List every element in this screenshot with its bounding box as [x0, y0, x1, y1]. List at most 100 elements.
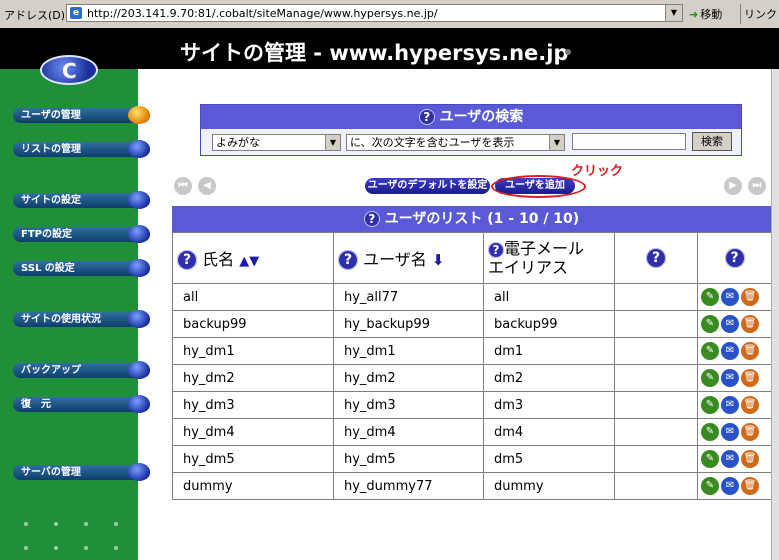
sidebar-item-list-management[interactable]: リストの管理	[13, 140, 150, 158]
help-icon[interactable]: ?	[363, 211, 380, 227]
page-header: サイトの管理 - www.hypersys.ne.jp	[0, 28, 779, 69]
edit-icon[interactable]: ✎	[701, 423, 719, 441]
mail-icon[interactable]: ✉	[721, 423, 739, 441]
trash-icon[interactable]: 🗑	[741, 396, 759, 414]
sidebar-item-site-usage[interactable]: サイトの使用状況	[13, 310, 150, 328]
help-icon[interactable]: ?	[338, 250, 358, 271]
prev-page-icon[interactable]: ◀	[198, 177, 216, 195]
url-dropdown-button[interactable]: ▼	[665, 5, 682, 21]
set-user-defaults-button[interactable]: ユーザのデフォルトを設定	[365, 178, 490, 194]
cell-extra	[614, 445, 698, 473]
sidebar-item-server-management[interactable]: サーバの管理	[13, 463, 150, 481]
row-actions: ✎ ✉ 🗑	[697, 445, 772, 473]
chevron-down-icon: ▼	[549, 135, 564, 150]
search-panel-title: ? ユーザの検索	[201, 105, 741, 129]
help-icon[interactable]: ?	[646, 248, 666, 269]
sidebar-item-site-settings[interactable]: サイトの設定	[13, 191, 150, 209]
mail-icon[interactable]: ✉	[721, 477, 739, 495]
trash-icon[interactable]: 🗑	[741, 477, 759, 495]
search-input[interactable]	[572, 133, 686, 150]
edit-icon[interactable]: ✎	[701, 369, 719, 387]
page-title: サイトの管理 - www.hypersys.ne.jp	[180, 41, 569, 65]
table-row: all hy_all77 all ✎ ✉ 🗑	[172, 283, 772, 311]
cell-username: hy_dummy77	[333, 472, 484, 500]
nav-ball-icon	[128, 225, 150, 243]
table-row: hy_dm1 hy_dm1 dm1 ✎ ✉ 🗑	[172, 337, 772, 365]
sidebar-item-backup[interactable]: バックアップ	[13, 361, 150, 379]
cell-alias: dm2	[483, 364, 615, 392]
table-row: backup99 hy_backup99 backup99 ✎ ✉ 🗑	[172, 310, 772, 338]
cell-name: hy_dm2	[172, 364, 334, 392]
search-condition-select[interactable]: に、次の文字を含むユーザを表示 ▼	[346, 134, 565, 151]
column-header-extra: ?	[614, 232, 698, 284]
table-row: dummy hy_dummy77 dummy ✎ ✉ 🗑	[172, 472, 772, 500]
nav-ball-icon	[128, 259, 150, 277]
nav-ball-icon	[128, 310, 150, 328]
help-icon[interactable]: ?	[177, 250, 197, 271]
row-actions: ✎ ✉ 🗑	[697, 418, 772, 446]
column-header-actions: ?	[697, 232, 772, 284]
address-label: アドレス(D)	[4, 9, 66, 22]
mail-icon[interactable]: ✉	[721, 288, 739, 306]
trash-icon[interactable]: 🗑	[741, 315, 759, 333]
sidebar-item-ftp-settings[interactable]: FTPの設定	[13, 225, 150, 243]
next-page-icon[interactable]: ▶	[724, 177, 742, 195]
cobalt-logo: C	[40, 55, 98, 85]
cell-name: hy_dm3	[172, 391, 334, 419]
edit-icon[interactable]: ✎	[701, 288, 719, 306]
edit-icon[interactable]: ✎	[701, 450, 719, 468]
mail-icon[interactable]: ✉	[721, 450, 739, 468]
help-icon[interactable]: ?	[724, 248, 745, 269]
go-arrow-icon: ➜	[689, 8, 699, 21]
nav-ball-icon	[128, 395, 150, 413]
table-row: hy_dm2 hy_dm2 dm2 ✎ ✉ 🗑	[172, 364, 772, 392]
cell-alias: dm5	[483, 445, 615, 473]
edit-icon[interactable]: ✎	[701, 396, 719, 414]
cell-alias: dm1	[483, 337, 615, 365]
sort-both-icon[interactable]: ▲▼	[239, 254, 259, 269]
table-header-row: ? 氏名 ▲▼ ? ユーザ名 ⬇ ? 電子メール エイリアス ? ?	[172, 232, 772, 284]
cell-name: hy_dm1	[172, 337, 334, 365]
cell-extra	[614, 418, 698, 446]
row-actions: ✎ ✉ 🗑	[697, 472, 772, 500]
trash-icon[interactable]: 🗑	[741, 288, 759, 306]
vertical-scrollbar[interactable]	[771, 69, 779, 560]
column-header-username[interactable]: ? ユーザ名 ⬇	[333, 232, 484, 284]
help-icon[interactable]: ?	[418, 109, 435, 125]
address-bar: アドレス(D) e http://203.141.9.70:81/.cobalt…	[0, 0, 779, 29]
mail-icon[interactable]: ✉	[721, 342, 739, 360]
last-page-icon[interactable]: ⏭	[748, 177, 766, 195]
edit-icon[interactable]: ✎	[701, 342, 719, 360]
user-list-title: ? ユーザのリスト (1 - 10 / 10)	[172, 206, 771, 232]
search-button[interactable]: 検索	[692, 132, 732, 151]
row-actions: ✎ ✉ 🗑	[697, 283, 772, 311]
edit-icon[interactable]: ✎	[701, 477, 719, 495]
user-table: ? 氏名 ▲▼ ? ユーザ名 ⬇ ? 電子メール エイリアス ? ? all hy…	[172, 232, 772, 500]
go-button[interactable]: ➜ 移動	[689, 6, 722, 22]
header-dot	[565, 49, 571, 55]
mail-icon[interactable]: ✉	[721, 315, 739, 333]
help-icon[interactable]: ?	[488, 241, 504, 258]
search-field-select[interactable]: よみがな ▼	[212, 134, 341, 151]
trash-icon[interactable]: 🗑	[741, 423, 759, 441]
column-header-alias: ? 電子メール エイリアス	[483, 232, 615, 284]
trash-icon[interactable]: 🗑	[741, 342, 759, 360]
mail-icon[interactable]: ✉	[721, 396, 739, 414]
first-page-icon[interactable]: ⏮	[174, 177, 192, 195]
cell-username: hy_dm4	[333, 418, 484, 446]
url-field[interactable]: e http://203.141.9.70:81/.cobalt/siteMan…	[66, 4, 683, 22]
cell-alias: dm3	[483, 391, 615, 419]
edit-icon[interactable]: ✎	[701, 315, 719, 333]
sidebar-item-user-management[interactable]: ユーザの管理	[13, 106, 150, 124]
mail-icon[interactable]: ✉	[721, 369, 739, 387]
nav-ball-icon	[128, 361, 150, 379]
sidebar-item-ssl-settings[interactable]: SSL の設定	[13, 259, 150, 277]
sort-down-icon[interactable]: ⬇	[432, 251, 445, 269]
page-icon: e	[70, 7, 82, 19]
sidebar-item-restore[interactable]: 復 元	[13, 395, 150, 413]
links-button[interactable]: リンク	[744, 6, 777, 22]
column-header-name[interactable]: ? 氏名 ▲▼	[172, 232, 334, 284]
trash-icon[interactable]: 🗑	[741, 369, 759, 387]
trash-icon[interactable]: 🗑	[741, 450, 759, 468]
cell-name: all	[172, 283, 334, 311]
